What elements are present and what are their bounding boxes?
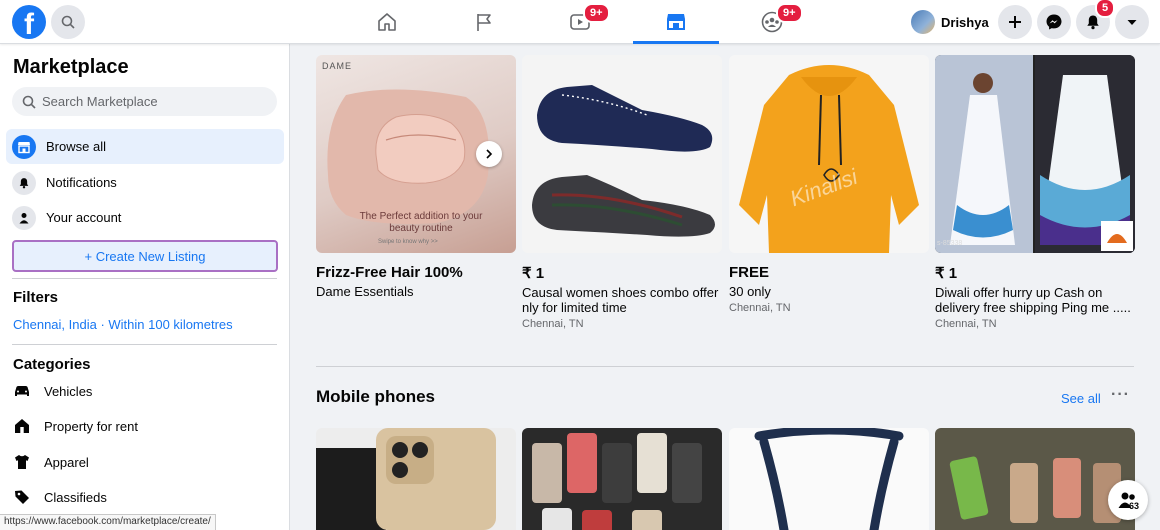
location-filter-link[interactable]: Chennai, India · Within 100 kilometres: [13, 317, 233, 332]
storefront-icon: [12, 134, 36, 159]
listing-card[interactable]: DAME The Perfect addition to your beauty…: [316, 55, 516, 299]
contacts-button[interactable]: 63: [1108, 480, 1148, 520]
mobile-listing-image[interactable]: [935, 428, 1135, 530]
profile-name: Drishya: [941, 14, 989, 30]
marketplace-icon: [667, 13, 685, 30]
brand-text: DAME: [322, 61, 353, 71]
messenger-button[interactable]: [1037, 5, 1071, 39]
plus-icon: [1009, 16, 1021, 28]
search-icon: [22, 95, 36, 109]
marketplace-sidebar: Marketplace Browse all Notifications You…: [0, 44, 290, 530]
watch-badge: 9+: [583, 3, 610, 23]
avatar: [911, 10, 935, 34]
account-menu-button[interactable]: [1115, 5, 1149, 39]
shirt-icon: [15, 455, 29, 469]
create-button[interactable]: [998, 5, 1032, 39]
top-navigation-bar: f 9+ 9+ Drishya 5: [0, 0, 1160, 44]
facebook-logo[interactable]: f: [12, 5, 46, 39]
section-title: Mobile phones: [316, 387, 435, 406]
groups-badge: 9+: [776, 3, 803, 23]
listing-card[interactable]: s-85338 ₹ 1 Diwali offer hurry up Cash o…: [935, 55, 1135, 330]
bell-icon: [12, 170, 36, 195]
sidebar-item-label: Your account: [46, 210, 122, 225]
mobile-listing-image[interactable]: [316, 428, 516, 530]
home-icon: [378, 13, 396, 31]
caret-down-icon: [1127, 20, 1137, 25]
categories-heading: Categories: [13, 356, 91, 373]
carousel-next-button[interactable]: [476, 141, 502, 167]
listing-image: DAME The Perfect addition to your beauty…: [316, 55, 516, 253]
tab-groups[interactable]: 9+: [729, 0, 815, 44]
category-property-for-rent[interactable]: Property for rent: [12, 414, 138, 438]
flag-icon: [477, 14, 491, 31]
section-divider: [316, 366, 1134, 367]
divider: [12, 344, 277, 345]
create-listing-label: + Create New Listing: [84, 248, 206, 264]
house-icon: [15, 419, 29, 433]
category-classifieds[interactable]: Classifieds: [12, 485, 107, 509]
tab-home[interactable]: [344, 0, 430, 44]
mobile-listing-image[interactable]: [522, 428, 722, 530]
listing-price: ₹ 1: [935, 265, 958, 282]
category-label: Property for rent: [44, 418, 138, 434]
listing-price: ₹ 1: [522, 265, 545, 282]
listing-title: 30 only: [729, 284, 771, 299]
listing-location: Chennai, TN: [729, 302, 791, 314]
search-icon: [61, 15, 75, 29]
search-input[interactable]: [42, 94, 262, 109]
category-label: Apparel: [44, 454, 89, 470]
listing-image: Kinalisi: [729, 55, 929, 253]
mobile-listing-image[interactable]: [729, 428, 929, 530]
tab-marketplace[interactable]: [633, 0, 719, 44]
create-new-listing-button[interactable]: + Create New Listing: [12, 240, 278, 272]
messenger-icon: [1046, 14, 1062, 30]
car-icon: [15, 386, 29, 396]
facebook-logo-letter: f: [24, 8, 34, 39]
sidebar-item-your-account[interactable]: Your account: [6, 200, 284, 235]
person-icon: [12, 205, 36, 230]
status-bar-url: https://www.facebook.com/marketplace/cre…: [0, 514, 216, 530]
listing-location: Chennai, TN: [935, 318, 997, 330]
tab-watch[interactable]: 9+: [537, 0, 623, 44]
filters-heading: Filters: [13, 289, 59, 306]
tab-pages[interactable]: [441, 0, 527, 44]
sidebar-item-label: Browse all: [46, 139, 106, 154]
listing-card[interactable]: Kinalisi FREE 30 only Chennai, TN: [729, 55, 929, 314]
page-title: Marketplace: [13, 56, 129, 78]
listing-price: FREE: [729, 264, 770, 281]
see-all-link[interactable]: See all: [1061, 391, 1101, 406]
image-code-text: s-85338: [937, 240, 963, 247]
listing-image: [522, 55, 722, 253]
category-vehicles[interactable]: Vehicles: [12, 379, 92, 403]
listing-price: Frizz-Free Hair 100%: [316, 264, 463, 281]
category-apparel[interactable]: Apparel: [12, 450, 89, 474]
profile-chip[interactable]: Drishya: [908, 6, 995, 38]
category-label: Classifieds: [44, 489, 107, 505]
sidebar-item-notifications[interactable]: Notifications: [6, 165, 284, 200]
more-options-button[interactable]: ···: [1111, 386, 1130, 404]
ad-swipe-text: Swipe to know why >>: [378, 239, 438, 245]
listing-card[interactable]: ₹ 1 Causal women shoes combo offer nly f…: [522, 55, 722, 330]
search-button[interactable]: [51, 5, 85, 39]
search-field[interactable]: [12, 87, 277, 116]
listing-title: Dame Essentials: [316, 284, 414, 299]
listing-image: s-85338: [935, 55, 1135, 253]
tag-icon: [15, 490, 29, 504]
divider: [12, 278, 277, 279]
ad-caption: The Perfect addition to your beauty rout…: [359, 211, 483, 234]
category-label: Vehicles: [44, 383, 93, 399]
chevron-right-icon: [486, 149, 493, 159]
sidebar-item-browse-all[interactable]: Browse all: [6, 129, 284, 164]
notifications-badge: 5: [1095, 0, 1116, 18]
listing-title: Diwali offer hurry up Cash on delivery f…: [935, 285, 1131, 315]
listing-title: Causal women shoes combo offer nly for l…: [522, 285, 719, 315]
sidebar-item-label: Notifications: [46, 175, 117, 190]
listing-location: Chennai, TN: [522, 318, 584, 330]
contacts-count: 63: [1129, 501, 1140, 511]
notifications-button[interactable]: 5: [1076, 0, 1116, 39]
